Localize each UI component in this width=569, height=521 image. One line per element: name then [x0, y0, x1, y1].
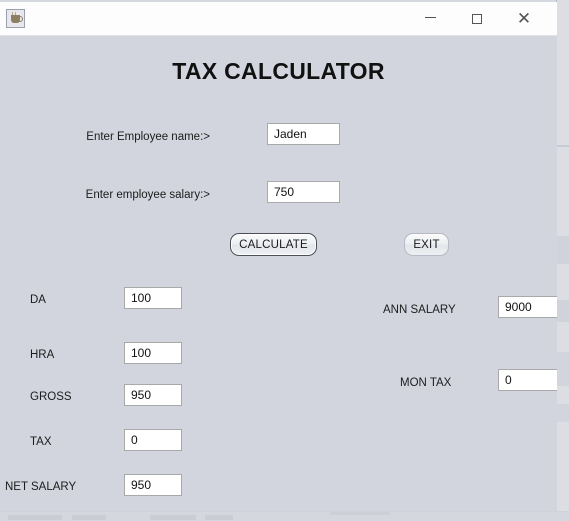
page-title: TAX CALCULATOR — [172, 58, 385, 84]
minimize-icon — [424, 17, 436, 18]
desktop-backdrop: ✕ TAX CALCULATOR Enter Employee name:> E… — [0, 0, 569, 521]
tax-label: TAX — [30, 436, 52, 448]
employee-salary-label: Enter employee salary:> — [85, 189, 210, 201]
gross-field[interactable] — [124, 384, 182, 406]
java-coffee-cup-icon — [6, 9, 25, 28]
window-titlebar[interactable]: ✕ — [0, 2, 557, 36]
tax-calculator-window: ✕ TAX CALCULATOR Enter Employee name:> E… — [0, 2, 557, 521]
net-salary-label: NET SALARY — [5, 481, 77, 493]
calculate-button[interactable]: CALCULATE — [230, 233, 317, 256]
hra-field[interactable] — [124, 342, 182, 364]
ann-salary-label: ANN SALARY — [383, 304, 456, 316]
background-window-strip — [556, 0, 569, 521]
close-icon: ✕ — [516, 9, 532, 28]
da-label: DA — [30, 294, 46, 306]
da-field[interactable] — [124, 287, 182, 309]
mon-tax-field[interactable] — [498, 369, 557, 391]
employee-name-label: Enter Employee name:> — [86, 131, 210, 143]
employee-salary-input[interactable] — [267, 181, 340, 203]
taskbar-sliver — [0, 511, 569, 521]
mon-tax-label: MON TAX — [400, 377, 452, 389]
exit-button[interactable]: EXIT — [404, 233, 449, 256]
hra-label: HRA — [30, 349, 55, 361]
minimize-button[interactable] — [407, 2, 453, 35]
maximize-button[interactable] — [454, 2, 500, 35]
gross-label: GROSS — [30, 391, 72, 403]
net-salary-field[interactable] — [124, 474, 182, 496]
main-panel: TAX CALCULATOR Enter Employee name:> Ent… — [0, 36, 557, 521]
maximize-icon — [472, 13, 482, 24]
employee-name-input[interactable] — [267, 123, 340, 145]
close-button[interactable]: ✕ — [501, 2, 547, 35]
tax-field[interactable] — [124, 429, 182, 451]
ann-salary-field[interactable] — [498, 296, 557, 318]
